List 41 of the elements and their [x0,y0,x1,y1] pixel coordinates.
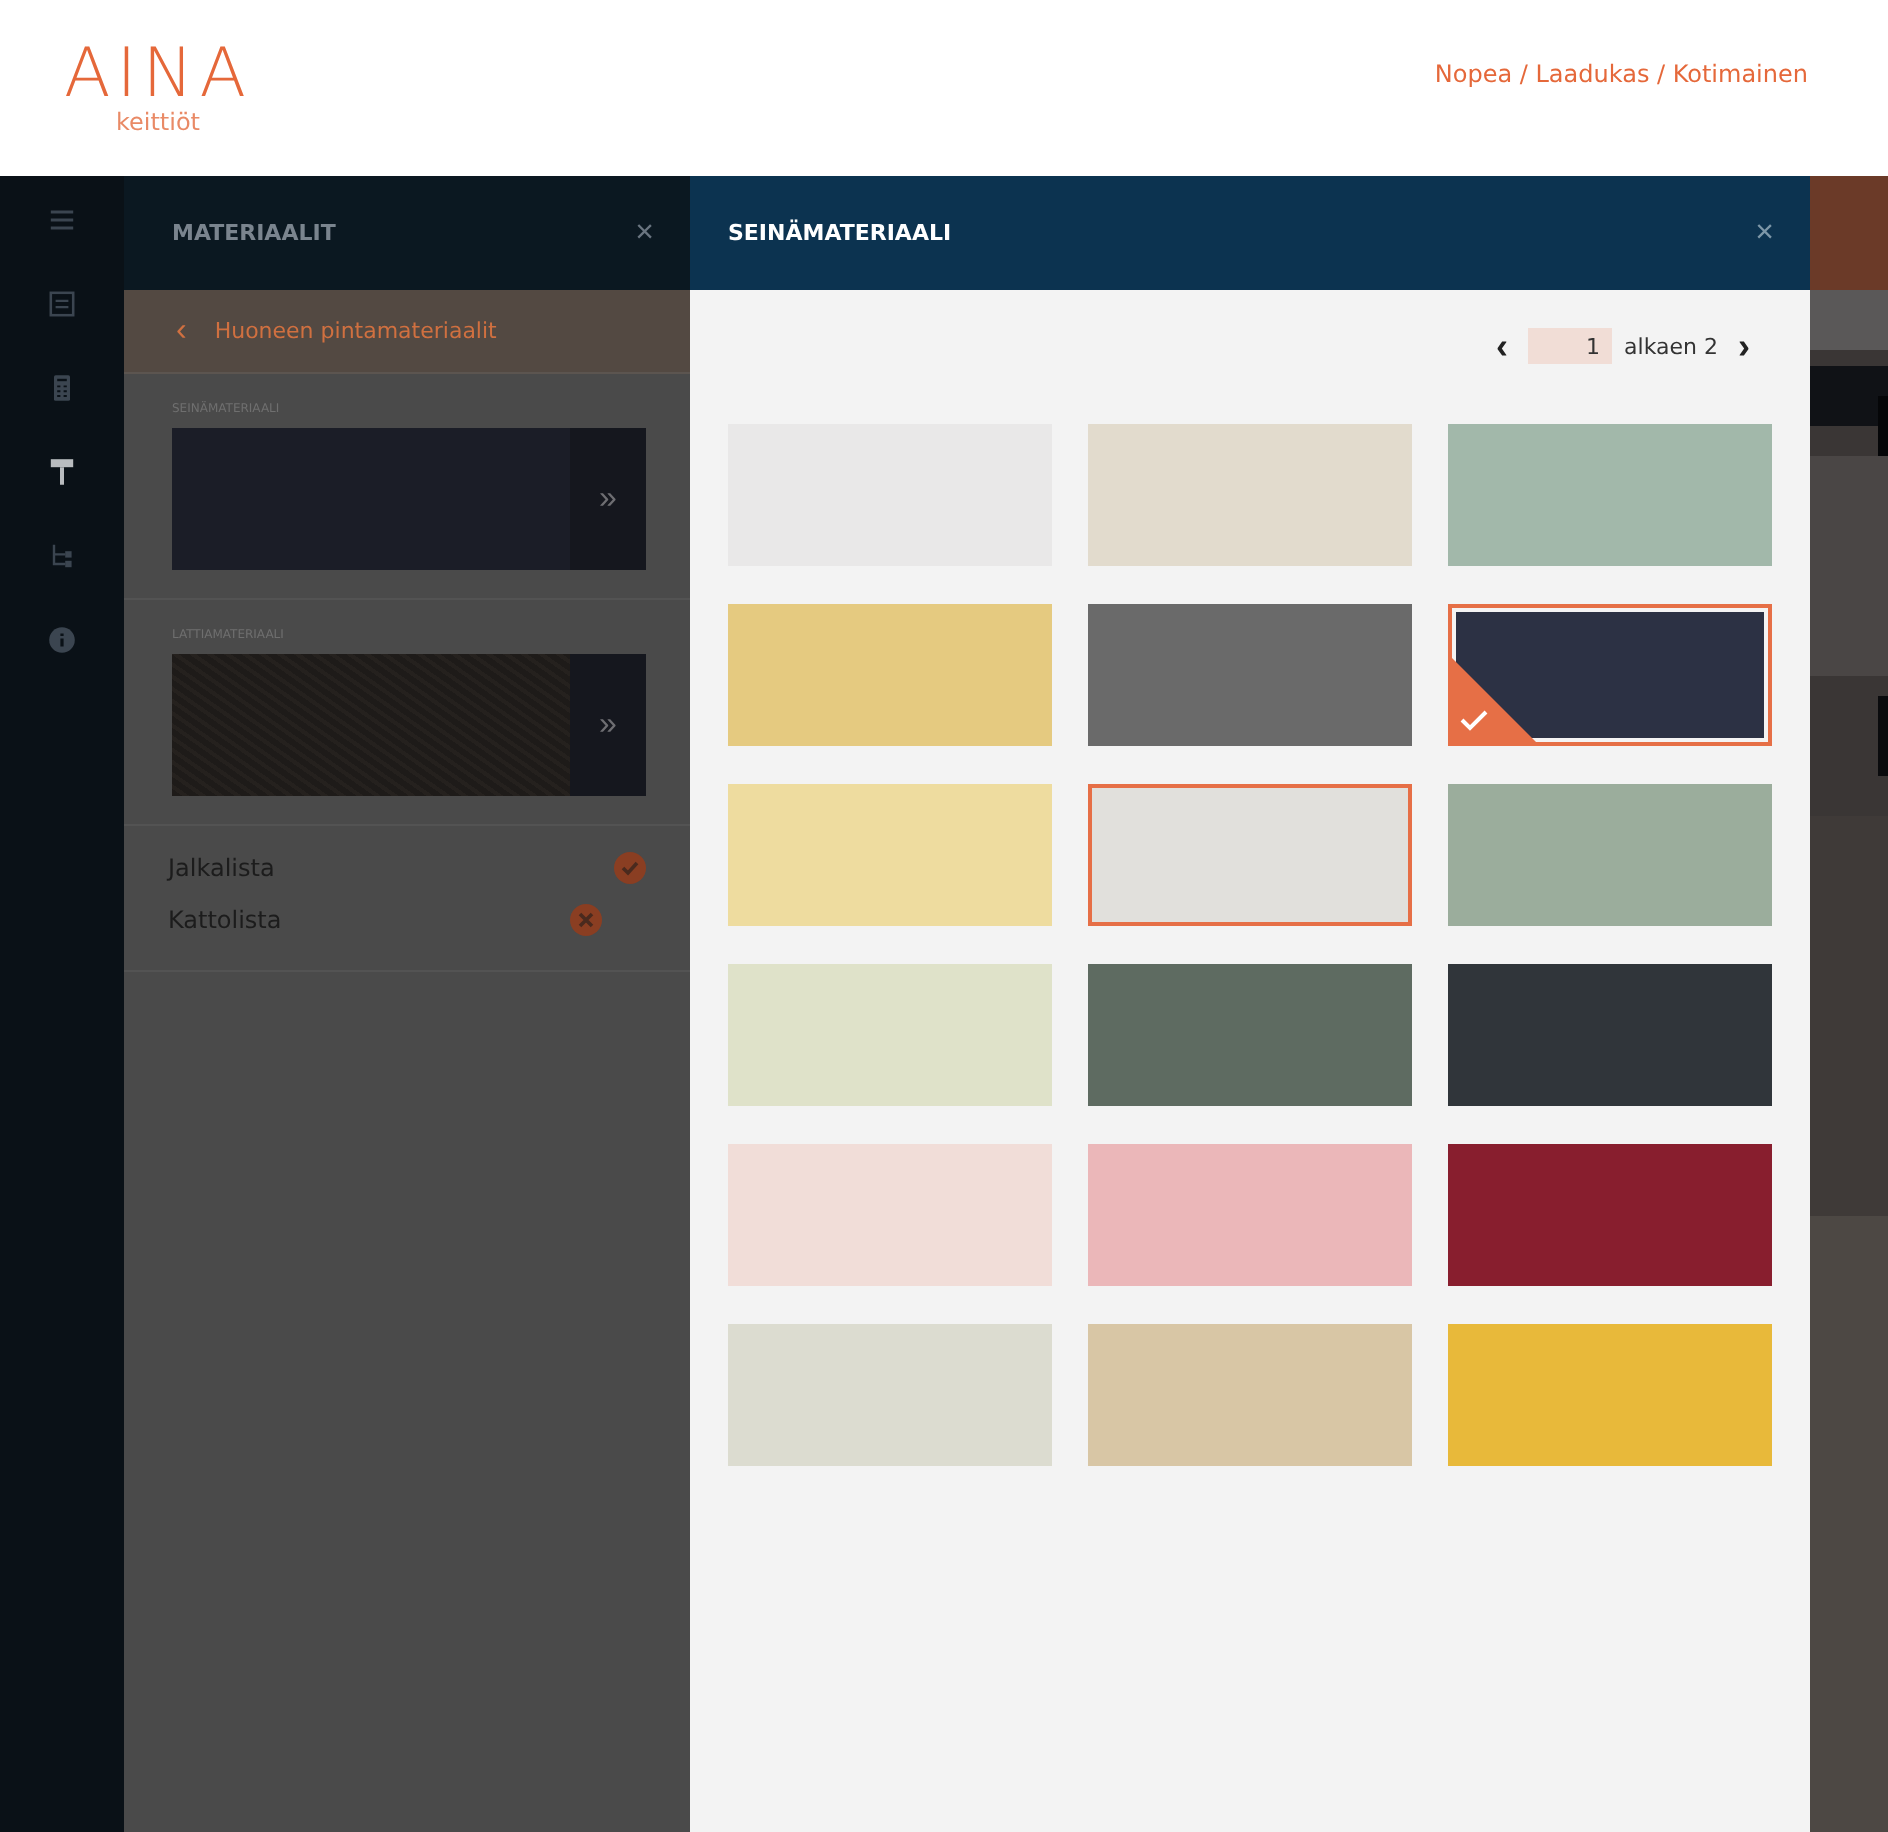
cross-toggle[interactable] [570,904,602,936]
color-swatch[interactable] [1088,1144,1412,1286]
back-button[interactable]: ‹ [176,313,187,349]
material-preview[interactable]: » [172,428,646,570]
color-swatch[interactable] [1088,424,1412,566]
menu-icon[interactable] [46,204,78,236]
previous-page-button[interactable]: ‹ [1488,328,1517,364]
open-button[interactable]: » [570,654,646,796]
color-swatch[interactable] [1448,1324,1772,1466]
color-swatch[interactable] [1448,604,1772,746]
color-swatch[interactable] [728,1144,1052,1286]
color-swatch[interactable] [728,604,1052,746]
color-swatch[interactable] [728,964,1052,1106]
logo[interactable]: AINA [64,40,252,108]
paint-roller-icon[interactable] [46,456,78,488]
color-swatch[interactable] [1088,964,1412,1106]
list-icon[interactable] [46,288,78,320]
check-toggle[interactable] [614,852,646,884]
color-swatch[interactable] [1088,784,1412,926]
breadcrumb-title: Huoneen pintamateriaalit [214,318,497,344]
texture-preview[interactable]: » [172,654,646,796]
color-swatch[interactable] [1448,964,1772,1106]
next-page-button[interactable]: › [1730,328,1758,364]
tagline: Nopea / Laadukas / Kotimainen [1434,60,1808,88]
color-swatch[interactable] [728,784,1052,926]
close-button[interactable]: × [1755,215,1774,251]
color-swatch[interactable] [1448,1144,1772,1286]
selected-check-icon [1452,658,1536,742]
page-count: alkaen 2 [1624,333,1718,359]
logo-subtitle: keittiöt [115,108,200,136]
modal-title: SEINÄMATERIAALI [728,220,952,246]
open-button[interactable]: » [570,428,646,570]
color-swatch[interactable] [1088,604,1412,746]
page-field[interactable]: 1 [1528,328,1613,364]
color-swatch[interactable] [1088,1324,1412,1466]
info-icon[interactable] [46,624,78,656]
panel-title: MATERIAALIT [172,220,336,246]
close-button[interactable]: × [635,215,654,251]
color-swatch[interactable] [1448,424,1772,566]
color-swatch[interactable] [1448,784,1772,926]
color-swatch[interactable] [728,1324,1052,1466]
